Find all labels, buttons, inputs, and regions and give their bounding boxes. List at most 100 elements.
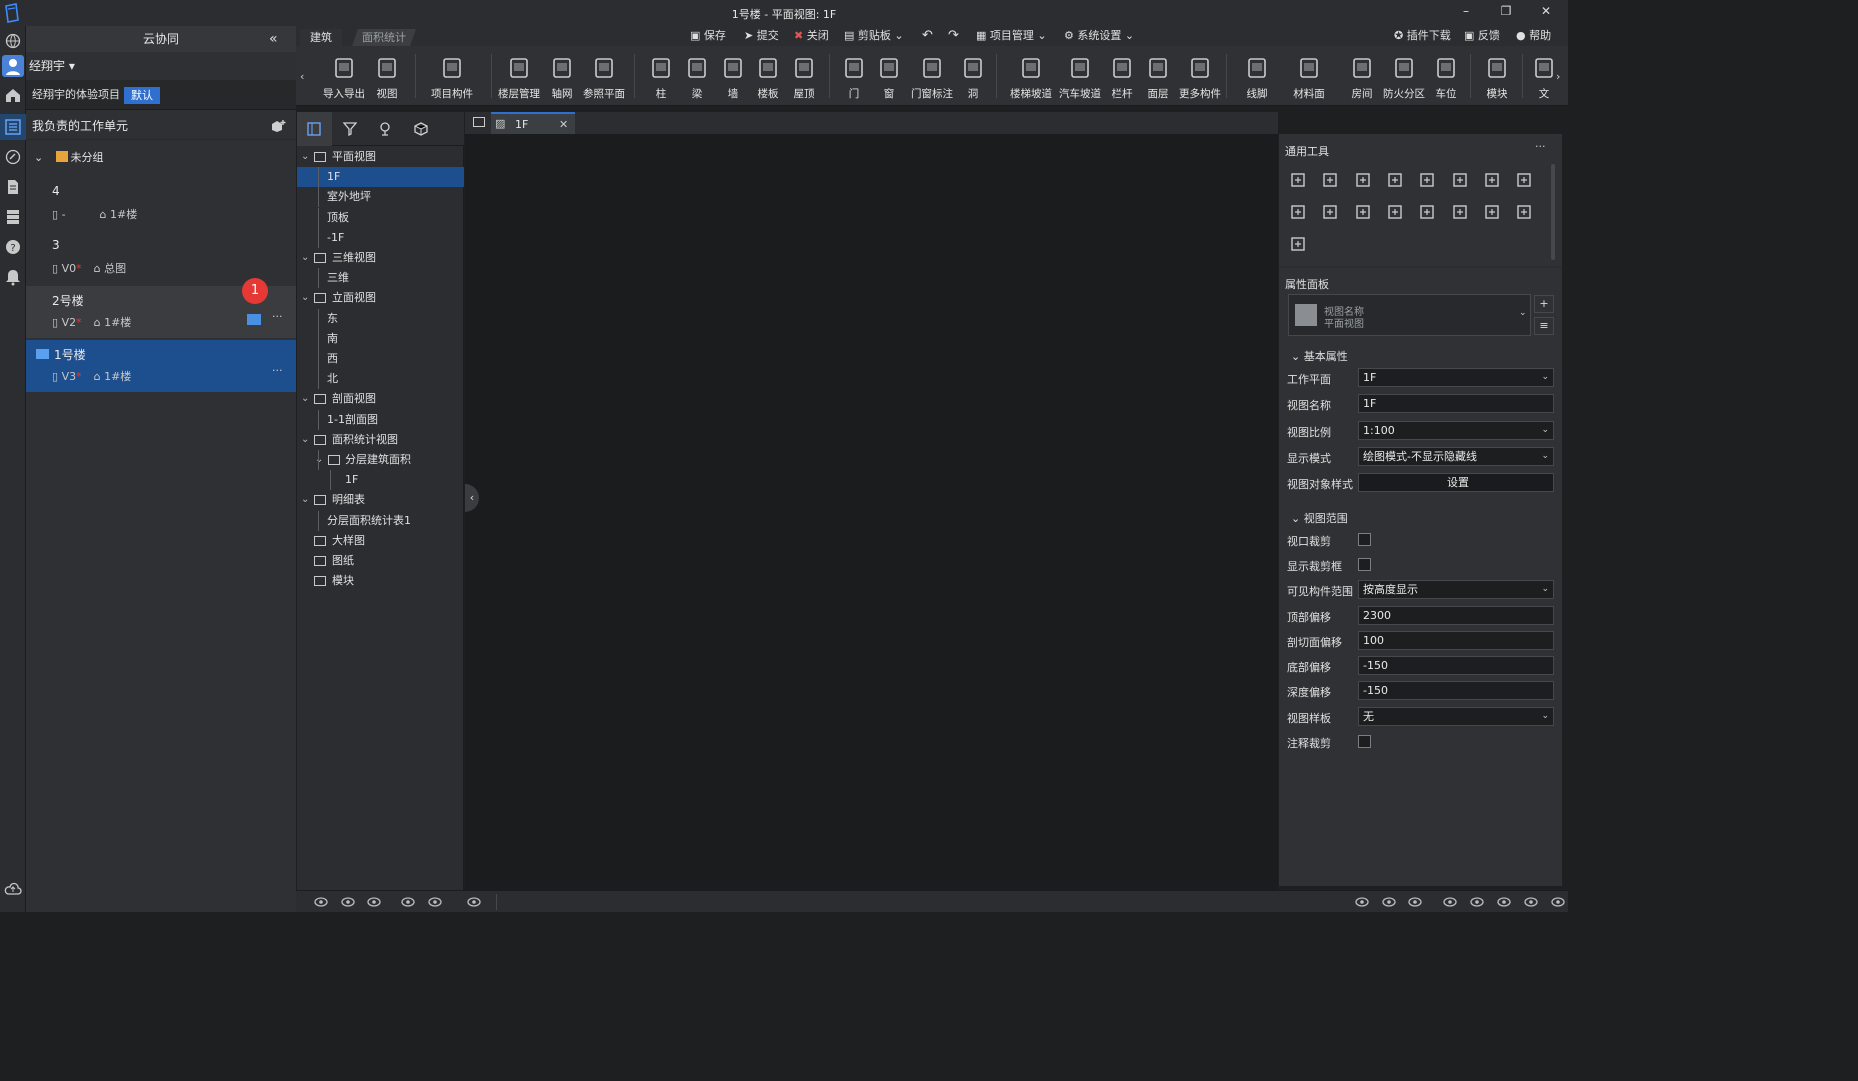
plugin-download-button[interactable]: ✪ 插件下载 xyxy=(1394,28,1451,44)
tree-item[interactable]: 顶板 xyxy=(297,207,464,228)
settings-button[interactable]: 设置 xyxy=(1358,473,1554,492)
chevron-down-icon[interactable]: ⌄ xyxy=(301,389,309,409)
mirror-icon[interactable] xyxy=(1450,202,1470,222)
redo-button[interactable]: ↷ xyxy=(948,28,959,44)
zoom-icon[interactable] xyxy=(1550,895,1566,909)
ruler-icon[interactable] xyxy=(1407,895,1423,909)
cube-icon[interactable] xyxy=(414,122,428,136)
cloud-upload-icon[interactable] xyxy=(4,880,22,898)
group-icon[interactable] xyxy=(1417,202,1437,222)
type-selector[interactable]: 视图名称 平面视图 ⌄ xyxy=(1288,294,1531,336)
tree-item[interactable]: 西 xyxy=(297,349,464,369)
undo-button[interactable]: ↶ xyxy=(922,28,933,44)
collapse-panel-button[interactable]: « xyxy=(269,31,278,47)
group-unassigned[interactable]: ⌄ 未分组 xyxy=(34,150,104,166)
work-unit-selected[interactable]: 1号楼 ▯ V3* ⌂ 1#楼 ··· xyxy=(26,340,296,392)
scrollbar[interactable] xyxy=(1551,164,1555,260)
tree-item[interactable]: 室外地坪 xyxy=(297,187,464,208)
minimize-button[interactable]: – xyxy=(1456,4,1476,22)
tree-category[interactable]: 图纸 xyxy=(297,551,464,571)
tree-item[interactable]: 北 xyxy=(297,369,464,390)
tree-category[interactable]: ⌄ 平面视图 xyxy=(297,147,464,167)
property-checkbox[interactable] xyxy=(1358,735,1371,748)
mirror-h-icon[interactable] xyxy=(1353,202,1373,222)
chevron-down-icon[interactable]: ⌄ xyxy=(315,450,323,470)
chevron-down-icon[interactable]: ⌄ xyxy=(301,248,309,268)
ribbon-button-level[interactable]: 楼层管理 xyxy=(497,54,541,102)
tab-area-statistics[interactable]: 面积统计 xyxy=(352,29,416,46)
tab-architecture[interactable]: 建筑 xyxy=(300,29,342,46)
tree-category[interactable]: ⌄ 面积统计视图 xyxy=(297,430,464,450)
snap-icon[interactable] xyxy=(1354,895,1370,909)
user-dropdown[interactable]: 经翔宇 ▾ xyxy=(26,54,296,78)
visibility-icon[interactable] xyxy=(313,895,329,909)
add-type-button[interactable]: + xyxy=(1534,295,1554,313)
scale-icon[interactable] xyxy=(1385,202,1405,222)
restore-view-icon[interactable] xyxy=(473,117,485,127)
ribbon-button-roof[interactable]: 屋顶 xyxy=(782,54,826,102)
property-checkbox[interactable] xyxy=(1358,533,1371,546)
property-dropdown[interactable]: 无 ⌄ xyxy=(1358,707,1554,726)
chevron-down-icon[interactable]: ⌄ xyxy=(301,288,309,308)
filter-icon[interactable] xyxy=(343,122,357,136)
chevron-down-icon[interactable]: ⌄ xyxy=(301,490,309,510)
tree-item[interactable]: ⌄ 分层建筑面积 xyxy=(297,450,464,470)
trim-icon[interactable] xyxy=(1450,170,1470,190)
ribbon-button-room[interactable]: 房间 xyxy=(1340,54,1384,102)
location-icon[interactable] xyxy=(378,122,392,136)
feedback-button[interactable]: ▣ 反馈 xyxy=(1464,28,1500,44)
ribbon-button-stair[interactable]: 楼梯坡道 xyxy=(1009,54,1053,102)
bell-icon[interactable] xyxy=(4,268,22,286)
basic-properties-header[interactable]: ⌄ 基本属性 xyxy=(1291,348,1348,364)
tree-category[interactable]: ⌄ 立面视图 xyxy=(297,288,464,308)
tree-category[interactable]: ⌄ 明细表 xyxy=(297,490,464,510)
distribute-icon[interactable] xyxy=(1320,202,1340,222)
render-icon[interactable] xyxy=(466,895,482,909)
align-center-icon[interactable] xyxy=(1385,170,1405,190)
system-settings-button[interactable]: ⚙ 系统设置 ⌄ xyxy=(1064,28,1134,44)
match-icon[interactable] xyxy=(1482,202,1502,222)
ribbon-button-view[interactable]: 视图 xyxy=(365,54,409,102)
work-unit[interactable]: 3 ▯ V0* ⌂ 总图 xyxy=(26,232,296,284)
collapse-browser-button[interactable]: ‹ xyxy=(465,484,479,512)
tree-category[interactable]: ⌄ 剖面视图 xyxy=(297,389,464,409)
rotate-icon[interactable] xyxy=(1353,170,1373,190)
property-input[interactable]: 100 xyxy=(1358,631,1554,650)
globe-icon[interactable] xyxy=(4,32,22,50)
ribbon-button-component[interactable]: 项目构件 xyxy=(430,54,474,102)
property-input[interactable]: -150 xyxy=(1358,656,1554,675)
link-icon[interactable] xyxy=(4,148,22,166)
open-folder-icon[interactable] xyxy=(247,314,261,325)
clipboard-button[interactable]: ▤ 剪贴板 ⌄ xyxy=(844,28,904,44)
document-icon[interactable] xyxy=(4,178,22,196)
link-icon[interactable] xyxy=(1442,895,1458,909)
ribbon-button-door-tag[interactable]: 门窗标注 xyxy=(910,54,954,102)
help-icon[interactable]: ? xyxy=(4,238,22,256)
eye-icon[interactable] xyxy=(427,895,443,909)
ribbon-button-grid[interactable]: 轴网 xyxy=(540,54,584,102)
help-button[interactable]: ● 帮助 xyxy=(1516,28,1551,44)
tree-item[interactable]: 分层面积统计表1 xyxy=(297,510,464,531)
more-options-button[interactable]: ··· xyxy=(272,310,283,323)
tree-item[interactable]: -1F xyxy=(297,227,464,248)
axis-icon[interactable] xyxy=(1469,895,1485,909)
list-icon[interactable] xyxy=(4,118,22,136)
add-work-unit-icon[interactable] xyxy=(270,119,286,133)
extend-icon[interactable] xyxy=(1482,170,1502,190)
save-button[interactable]: ▣ 保存 xyxy=(690,28,726,44)
more-options-button[interactable]: ··· xyxy=(272,364,283,377)
tree-item[interactable]: 1-1剖面图 xyxy=(297,409,464,430)
array-icon[interactable] xyxy=(1288,202,1308,222)
home-icon[interactable] xyxy=(4,86,22,104)
ribbon-button-molding[interactable]: 线脚 xyxy=(1235,54,1279,102)
property-input[interactable]: -150 xyxy=(1358,681,1554,700)
close-doc-button[interactable]: ✖ 关闭 xyxy=(794,28,829,44)
view-range-header[interactable]: ⌄ 视图范围 xyxy=(1291,510,1348,526)
copy-icon[interactable] xyxy=(1320,170,1340,190)
ribbon-button-window[interactable]: 窗 xyxy=(867,54,911,102)
ribbon-button-material-face[interactable]: 材料面 xyxy=(1287,54,1331,102)
property-dropdown[interactable]: 绘图模式-不显示隐藏线 ⌄ xyxy=(1358,447,1554,466)
project-row[interactable]: 经翔宇的体验项目 默认 xyxy=(26,80,296,110)
database-icon[interactable] xyxy=(4,208,22,226)
ribbon-button-fire-zone[interactable]: 防火分区 xyxy=(1382,54,1426,102)
